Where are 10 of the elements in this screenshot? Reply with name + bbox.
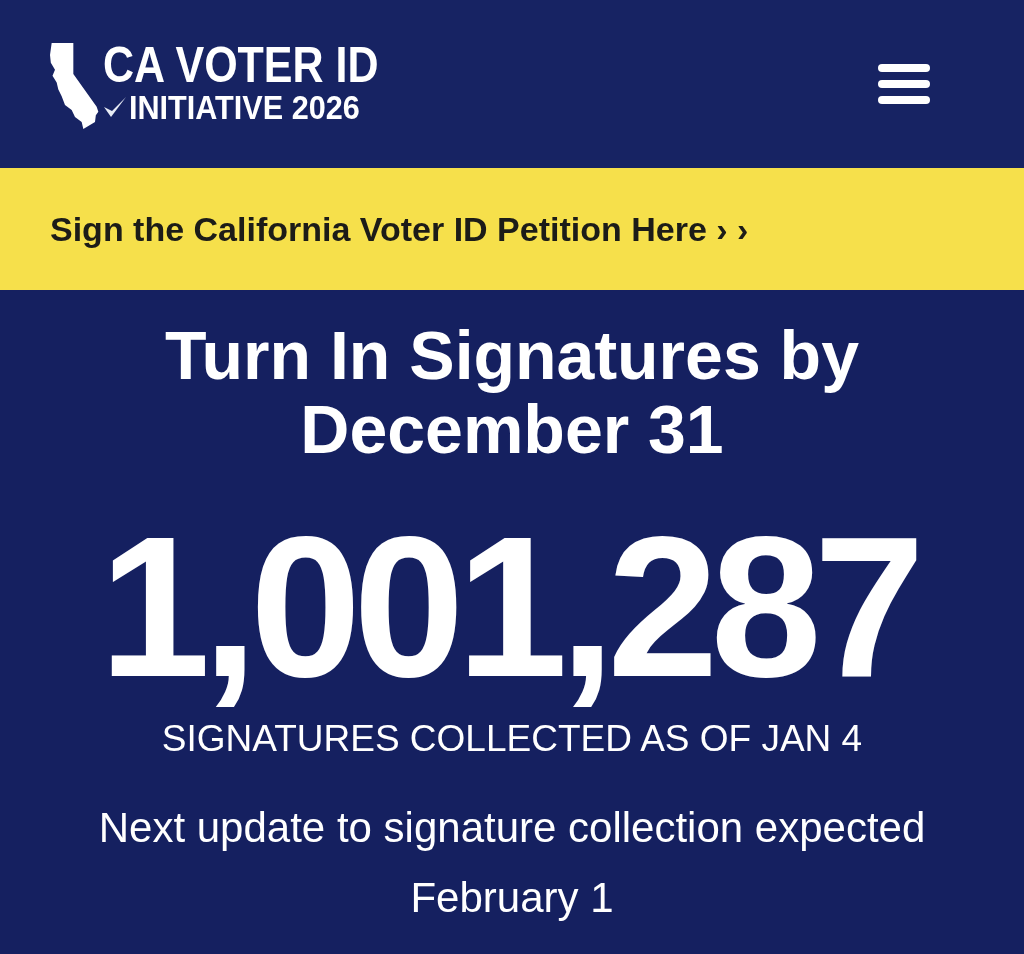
california-map-icon [50,43,100,129]
count-caption: SIGNATURES COLLECTED AS OF JAN 4 [161,717,863,761]
signature-count: 1,001,287 [99,507,918,707]
petition-link[interactable]: Sign the California Voter ID Petition Here › › [50,208,749,250]
logo-subtitle: INITIATIVE 2026 [129,89,360,125]
menu-icon [878,64,930,104]
headline: Turn In Signatures by December 31 [164,318,860,466]
logo-title: CA VOTER ID [103,43,379,87]
menu-button[interactable] [878,64,930,104]
update-note: Next update to signature collection expected February 1 [97,803,927,923]
